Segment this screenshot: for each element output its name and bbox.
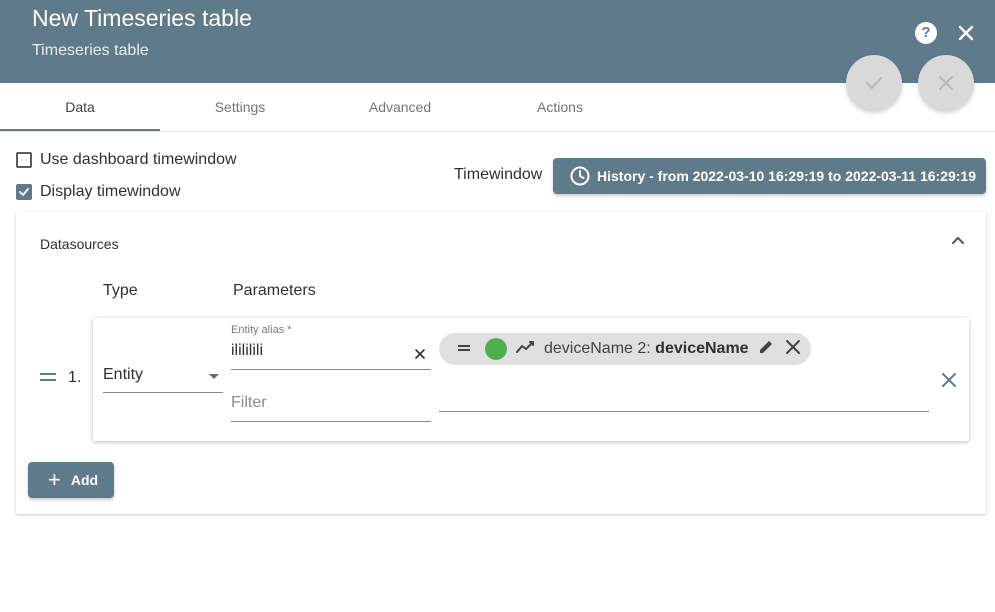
data-key-label: deviceName 2: <box>544 340 651 357</box>
entity-alias-value: ilililili <box>231 342 263 359</box>
data-key-chip[interactable]: deviceName 2: deviceName <box>439 333 811 365</box>
help-icon[interactable]: ? <box>915 22 937 44</box>
datasource-row: Entity Entity alias * ilililili Filter d… <box>93 318 969 441</box>
timewindow-button-label: History - from 2022-03-10 16:29:19 to 20… <box>597 168 976 184</box>
remove-key-icon[interactable] <box>785 339 801 360</box>
plus-icon: + <box>48 467 61 492</box>
close-icon[interactable] <box>955 22 977 44</box>
key-color-swatch[interactable] <box>485 338 507 360</box>
clock-icon <box>570 166 590 186</box>
dropdown-arrow-icon <box>209 374 219 379</box>
dialog-subtitle: Timeseries table <box>32 42 149 59</box>
data-key-name: deviceName <box>655 340 749 357</box>
filter-input[interactable]: Filter <box>231 394 431 422</box>
datasources-panel: Datasources Type Parameters 1. Entity En… <box>16 212 986 514</box>
drag-handle-icon[interactable] <box>39 370 57 384</box>
dialog-title: New Timeseries table <box>32 5 252 31</box>
tab-bar: Data Settings Advanced Actions <box>0 83 995 132</box>
data-keys-field-underline[interactable] <box>439 411 929 412</box>
timewindow-label: Timewindow <box>454 166 543 183</box>
filter-placeholder: Filter <box>231 394 267 411</box>
dialog-header: New Timeseries table Timeseries table ? <box>0 0 995 83</box>
datasource-type-select[interactable]: Entity <box>103 366 223 393</box>
entity-alias-label: Entity alias * <box>231 324 292 336</box>
use-dashboard-timewindow-checkbox[interactable]: Use dashboard timewindow <box>16 151 237 169</box>
timeseries-icon <box>516 340 536 359</box>
use-dashboard-timewindow-label: Use dashboard timewindow <box>40 151 237 168</box>
remove-datasource-icon[interactable] <box>941 372 957 388</box>
display-timewindow-checkbox[interactable]: Display timewindow <box>16 183 181 201</box>
tab-settings[interactable]: Settings <box>160 83 320 131</box>
clear-alias-icon[interactable] <box>413 347 427 361</box>
datasource-row-index: 1. <box>68 369 82 386</box>
datasource-type-value: Entity <box>103 366 144 383</box>
edit-icon[interactable] <box>757 338 775 361</box>
checkbox-unchecked-icon[interactable] <box>16 152 32 168</box>
tab-actions[interactable]: Actions <box>480 83 640 131</box>
timewindow-button[interactable]: History - from 2022-03-10 16:29:19 to 20… <box>553 158 986 194</box>
column-header-type: Type <box>103 282 138 299</box>
display-timewindow-label: Display timewindow <box>40 183 181 200</box>
tab-advanced[interactable]: Advanced <box>320 83 480 131</box>
checkbox-checked-icon[interactable] <box>16 184 32 200</box>
entity-alias-input[interactable]: ilililili <box>231 342 431 370</box>
tab-data[interactable]: Data <box>0 83 160 131</box>
add-button-label: Add <box>70 472 99 488</box>
chip-drag-icon[interactable] <box>457 340 471 358</box>
column-header-parameters: Parameters <box>233 282 316 299</box>
data-key-text: deviceName 2: deviceName <box>544 340 749 358</box>
datasources-title: Datasources <box>40 236 119 252</box>
chevron-up-icon[interactable] <box>949 232 967 250</box>
add-datasource-button[interactable]: + Add <box>28 462 114 498</box>
